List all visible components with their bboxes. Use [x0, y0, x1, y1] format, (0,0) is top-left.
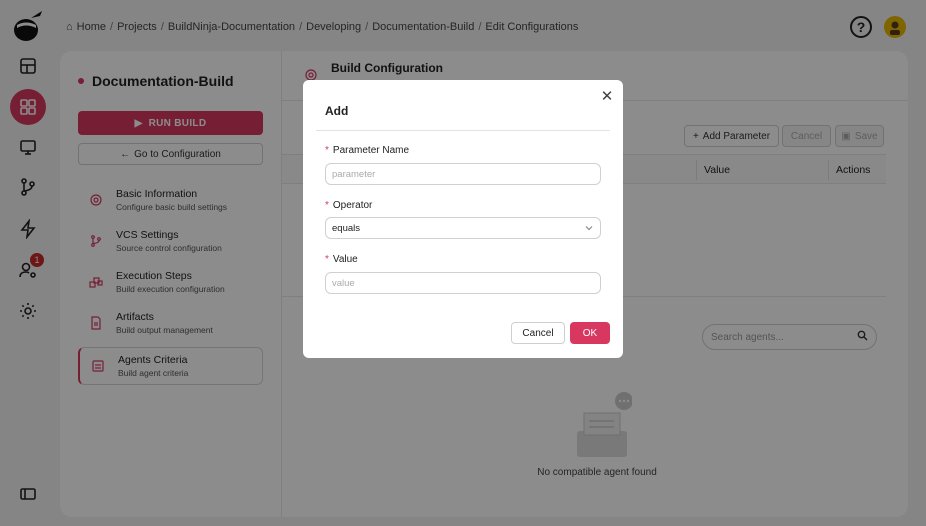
dialog-ok-label: OK [582, 327, 598, 339]
parameter-name-input[interactable] [325, 163, 601, 185]
operator-value: equals [332, 222, 360, 234]
operator-label: * Operator [325, 200, 372, 211]
value-label: * Value [325, 254, 358, 265]
parameter-name-label-text: Parameter Name [332, 145, 410, 156]
dialog-divider [316, 130, 610, 131]
dialog-cancel-label: Cancel [522, 327, 554, 339]
required-marker: * [325, 200, 329, 211]
operator-label-text: Operator [332, 200, 373, 211]
dialog-ok-button[interactable]: OK [570, 322, 610, 344]
close-icon[interactable]: ✕ [600, 88, 614, 105]
dialog-title: Add [325, 104, 349, 118]
required-marker: * [325, 254, 329, 265]
dialog-cancel-button[interactable]: Cancel [511, 322, 565, 344]
value-input[interactable] [325, 272, 601, 294]
chevron-down-icon [585, 226, 593, 231]
add-parameter-dialog: Add ✕ * Parameter Name * Operator equals… [303, 80, 623, 358]
operator-select[interactable]: equals [325, 217, 601, 239]
required-marker: * [325, 145, 329, 156]
value-label-text: Value [332, 254, 358, 265]
parameter-name-label: * Parameter Name [325, 145, 409, 156]
